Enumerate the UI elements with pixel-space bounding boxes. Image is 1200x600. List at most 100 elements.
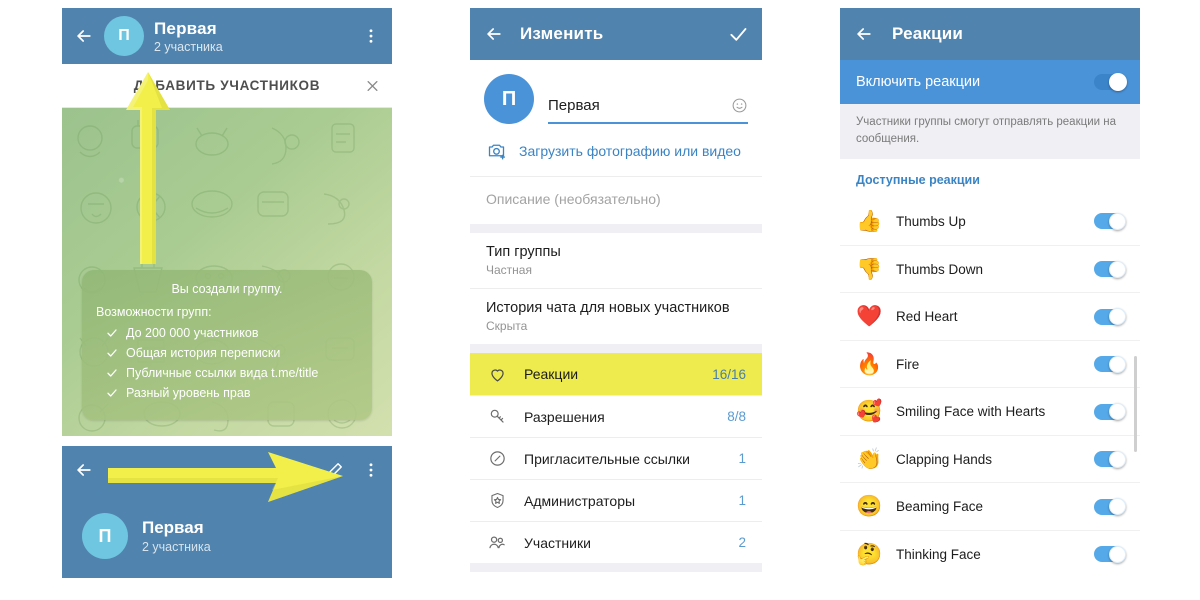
chat-history-title: История чата для новых участников [486,300,730,316]
settings-label: Разрешения [524,408,605,425]
enable-reactions-row[interactable]: Включить реакции [840,60,1140,104]
list-item[interactable]: ❤️ Red Heart [840,292,1140,340]
group-name-input[interactable]: Первая [548,97,748,124]
reaction-label: Clapping Hands [896,451,993,467]
kebab-menu-icon[interactable] [362,27,380,45]
check-icon[interactable] [728,24,748,44]
group-type-row[interactable]: Тип группы Частная [470,233,762,288]
section-title: Доступные реакции [856,173,980,188]
description-input[interactable]: Описание (необязательно) [470,176,762,224]
camera-plus-icon [486,140,507,161]
settings-row-permissions[interactable]: Разрешения 8/8 [470,395,762,437]
upload-photo-label: Загрузить фотографию или видео [519,142,741,159]
link-icon [486,449,508,468]
chat-app-bar: П Первая 2 участника [62,8,392,64]
available-reactions-header: Доступные реакции [840,159,1140,198]
edit-group-panel: Изменить П Первая Загрузить фотографию и… [470,8,762,578]
enable-reactions-label: Включить реакции [856,74,981,90]
list-item: Публичные ссылки вида t.me/title [106,366,358,380]
reaction-toggle[interactable] [1094,498,1126,516]
reactions-hint: Участники группы смогут отправлять реакц… [840,104,1140,160]
settings-count: 1 [738,451,746,466]
reaction-toggle[interactable] [1094,545,1126,563]
service-message-title: Вы создали группу. [171,282,283,296]
list-item[interactable]: 🔥 Fire [840,339,1140,388]
list-item[interactable]: 👍 Thumbs Up [840,197,1140,245]
profile-identity-block: П Первая 2 участника [62,494,392,578]
group-name-row: П Первая [470,60,762,124]
enable-reactions-toggle[interactable] [1094,73,1127,91]
add-members-bar[interactable]: ДОБАВИТЬ УЧАСТНИКОВ [62,64,392,108]
reaction-emoji: 👎 [856,257,883,281]
group-type-value: Частная [486,263,532,277]
add-members-label: ДОБАВИТЬ УЧАСТНИКОВ [133,78,321,93]
reaction-toggle[interactable] [1094,355,1126,373]
settings-row-admins[interactable]: Администраторы 1 [470,479,762,521]
pencil-icon[interactable] [325,461,344,480]
key-icon [486,407,508,426]
avatar[interactable]: П [104,16,144,56]
reaction-emoji: 🥰 [856,400,883,424]
arrow-left-icon[interactable] [484,24,504,44]
arrow-left-icon[interactable] [74,26,94,46]
reaction-emoji: 😄 [856,495,883,519]
reaction-toggle[interactable] [1094,450,1126,468]
screenshot-stage: П Первая 2 участника ДОБАВИТЬ УЧАСТНИКОВ [0,0,1200,600]
scrollbar[interactable] [1134,356,1137,452]
reactions-app-bar: Реакции [840,8,1140,60]
chat-title-block[interactable]: Первая 2 участника [154,19,223,54]
reaction-label: Red Heart [896,309,958,325]
service-message-subtitle: Возможности групп: [96,305,212,319]
settings-count: 16/16 [712,366,746,382]
page-title: Изменить [520,24,604,43]
group-identity-card: П Первая Загрузить фотографию или видео … [470,60,762,224]
avatar-letter: П [98,525,112,546]
avatar[interactable]: П [484,74,534,124]
section-divider [470,344,762,353]
avatar[interactable]: П [82,513,128,559]
settings-row-invite-links[interactable]: Пригласительные ссылки 1 [470,437,762,479]
arrow-left-icon[interactable] [854,24,874,44]
reaction-label: Thumbs Up [896,213,966,229]
reactions-hint-text: Участники группы смогут отправлять реакц… [856,116,1116,145]
avatar-letter: П [501,87,517,110]
avatar-letter: П [118,27,130,44]
arrow-left-icon[interactable] [74,460,94,480]
reaction-toggle[interactable] [1094,308,1126,326]
reaction-label: Beaming Face [896,499,984,515]
chat-history-value: Скрыта [486,319,528,333]
smiley-icon[interactable] [731,97,748,114]
group-type-title: Тип группы [486,244,561,260]
reaction-emoji: 🤔 [856,542,883,566]
settings-label: Администраторы [524,492,636,509]
list-item[interactable]: 👏 Clapping Hands [840,434,1140,483]
reaction-emoji: ❤️ [856,305,883,329]
settings-row-members[interactable]: Участники 2 [470,521,762,563]
reaction-toggle[interactable] [1094,403,1126,421]
group-settings-card: Реакции 16/16 Разрешения 8/8 Пригласител… [470,353,762,563]
member-count: 2 участника [142,540,211,554]
service-message-bubble: Вы создали группу. Возможности групп: До… [82,270,372,420]
group-name: Первая [142,518,204,537]
kebab-menu-icon[interactable] [362,461,380,479]
list-item[interactable]: 🥰 Smiling Face with Hearts [840,387,1140,435]
settings-row-reactions[interactable]: Реакции 16/16 [470,353,762,395]
close-icon[interactable] [365,78,380,93]
list-item[interactable]: 🤔 Thinking Face [840,529,1140,578]
list-item[interactable]: 😄 Beaming Face [840,482,1140,530]
shield-star-icon [486,491,508,510]
feature-label: Разный уровень прав [126,386,251,400]
members-icon [486,533,508,553]
settings-count: 1 [738,493,746,508]
list-item[interactable]: 👎 Thumbs Down [840,244,1140,293]
reaction-toggle[interactable] [1094,212,1126,230]
upload-photo-row[interactable]: Загрузить фотографию или видео [470,124,762,176]
group-info-card: Тип группы Частная История чата для новы… [470,233,762,344]
reaction-toggle[interactable] [1094,260,1126,278]
reaction-label: Thinking Face [896,546,981,562]
section-divider [470,563,762,572]
reaction-label: Smiling Face with Hearts [896,404,1046,420]
page-title: Первая [154,18,217,38]
chat-history-row[interactable]: История чата для новых участников Скрыта [470,288,762,344]
delete-leave-group-button[interactable]: Удалить и покинуть группу [470,572,762,578]
